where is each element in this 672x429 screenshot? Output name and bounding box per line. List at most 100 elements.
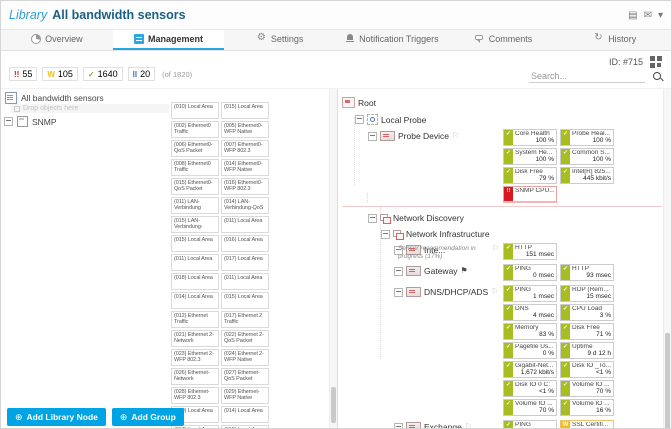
sensor-cell[interactable]: (006) Ethernet0-QoS Packet (171, 140, 219, 157)
sensor-cell[interactable]: (023) Ethernet 2-WFP 802.3 (171, 349, 219, 366)
sensor-cell[interactable]: (011) Local Area (171, 254, 219, 271)
sensor-cell[interactable]: (026) Ethernet-Network (171, 368, 219, 385)
sensor-tile[interactable]: ✓ Probe Heal... 100 % (560, 129, 614, 146)
sensor-cell[interactable]: (014) Ethernet0-WFP Native (221, 159, 269, 176)
caret-down-icon[interactable]: ▾ (658, 10, 663, 21)
sensor-cell[interactable]: (028) Ethernet-WFP 802.3 (171, 387, 219, 404)
sensor-tile[interactable]: ✓PING1 msec (503, 420, 557, 428)
node-label[interactable]: Network Infrastructure (406, 229, 490, 239)
sensor-cell[interactable]: (005) Ethernet0-WFP Native (221, 121, 269, 138)
library-node-snmp[interactable]: SNMP (4, 116, 57, 127)
library-root-row[interactable]: All bandwidth sensors (5, 92, 104, 104)
sensor-cell[interactable]: (015) Ethernet0-QoS Packet (171, 178, 219, 195)
sensor-cell[interactable]: (021) Ethernet 2-Network (171, 330, 219, 347)
sensor-tile[interactable]: ✓ HTTP 151 msec (503, 243, 557, 260)
flag-icon[interactable]: ⚐ (491, 288, 498, 296)
status-badge-ok[interactable]: ✓ 1640 (82, 67, 123, 81)
sensor-tile[interactable]: ✓ Disk IO 0 C: <1 % (503, 380, 557, 397)
flag-icon[interactable]: ⚐ (492, 245, 499, 253)
sensor-cell[interactable]: (015) Local Area (171, 235, 219, 252)
sensor-tile[interactable]: !! SNMP CPU... (503, 186, 557, 203)
sensor-tile[interactable]: ✓ Volume IO ... 70 % (560, 380, 614, 397)
sensor-cell[interactable]: (011) LAN-Verbindung (171, 197, 219, 214)
node-label[interactable]: Gateway (424, 266, 458, 276)
sensor-cell[interactable]: (029) Ethernet-WFP Native (221, 387, 269, 404)
sensor-tile[interactable]: ✓ Core Health 100 % (503, 129, 557, 146)
status-badge-warning[interactable]: W 105 (42, 67, 78, 81)
collapse-icon[interactable] (394, 422, 403, 428)
sensor-tile[interactable]: ✓ Volume IO ... 16 % (560, 399, 614, 416)
status-badge-paused[interactable]: II 20 (127, 67, 156, 81)
sensor-tile[interactable]: ✓ Intel[R] 825... 445 kbit/s (560, 167, 614, 184)
sensor-tile[interactable]: ✓ Memory 83 % (503, 323, 557, 340)
sensor-cell[interactable]: (016) Local Area (221, 235, 269, 252)
collapse-icon[interactable] (394, 287, 403, 297)
sensor-cell[interactable]: (015) Local Area (221, 102, 269, 119)
sensor-cell[interactable]: (016) Ethernet0-WFP 802.3 (221, 178, 269, 195)
collapse-icon[interactable] (381, 229, 390, 239)
qr-code-icon[interactable] (650, 56, 662, 68)
right-scrollbar-thumb[interactable] (665, 333, 670, 428)
node-label[interactable]: DNS/DHCP/ADS (424, 287, 488, 297)
email-icon[interactable]: ✉ (644, 10, 652, 21)
tab-comments[interactable]: Comments (448, 30, 560, 50)
tab-overview[interactable]: Overview (1, 30, 113, 50)
sensor-cell[interactable]: (011) Local Area (221, 273, 269, 290)
sensor-tile[interactable]: ✓ System He... 100 % (503, 148, 557, 165)
tab-settings[interactable]: Settings (224, 30, 336, 50)
sensor-cell[interactable]: (007) Ethernet0-WFP 802.3 (221, 140, 269, 157)
drop-hint[interactable]: Drop objects here (11, 104, 169, 113)
sensor-cell[interactable]: (027) Ethernet-QoS Packet (221, 368, 269, 385)
sensor-tile[interactable]: ✓ CPU Load 3 % (560, 304, 614, 321)
sensor-cell[interactable]: (017) Local Area (221, 254, 269, 271)
tab-history[interactable]: History (559, 30, 671, 50)
sensor-cell[interactable]: (002) Ethernet0 Traffic (171, 121, 219, 138)
flag-icon[interactable]: ⚐ (452, 132, 459, 140)
sensor-cell[interactable]: (008) Ethernet0 Traffic (171, 159, 219, 176)
left-scrollbar-thumb[interactable] (331, 387, 336, 423)
flag-icon[interactable]: ⚑ (461, 267, 468, 275)
sensor-tile[interactable]: ✓ Pagefile Us... 0 % (503, 342, 557, 359)
collapse-icon[interactable] (4, 117, 13, 126)
node-label[interactable]: Network Discovery (393, 213, 464, 223)
sensor-cell[interactable]: (022) Ethernet 2-QoS Packet (221, 330, 269, 347)
sensor-tile[interactable]: ✓ Common S... 100 % (560, 148, 614, 165)
node-label[interactable]: Exchange (424, 422, 462, 428)
sensor-cell[interactable]: (024) Ethernet 2-WFP Native (221, 349, 269, 366)
sensor-cell[interactable]: (014) Local Area (171, 292, 219, 309)
add-group-button[interactable]: ⊕ Add Group (111, 408, 184, 426)
sensor-cell[interactable]: (015) Local Area (221, 292, 269, 309)
sensor-tile[interactable]: WSSL Certifi...1,501 (560, 420, 614, 428)
root-label[interactable]: Root (358, 98, 376, 108)
tab-notification-triggers[interactable]: Notification Triggers (336, 30, 448, 50)
status-badge-error[interactable]: !! 55 (9, 67, 38, 81)
flag-icon[interactable]: ⚐ (465, 423, 472, 429)
sensor-tile[interactable]: ✓ PING 0 msec (503, 264, 557, 281)
sensor-cell[interactable]: (012) Ethernet Traffic (171, 311, 219, 328)
collapse-icon[interactable] (368, 131, 377, 141)
node-label[interactable]: Probe Device (398, 131, 449, 141)
search-icon[interactable] (653, 72, 661, 80)
sensor-cell[interactable]: (018) Local Area (171, 273, 219, 290)
sensor-cell[interactable]: (015) LAN-Verbindung- (171, 216, 219, 233)
sensor-cell[interactable]: (017) Ethernet 2 Traffic (221, 311, 269, 328)
sensor-tile[interactable]: ✓ Disk IO _To... <1 % (560, 361, 614, 378)
sensor-tile[interactable]: ✓ RDP (Rem... 15 msec (560, 285, 614, 302)
sensor-cell[interactable]: (018) Local Area (221, 425, 269, 428)
tab-management[interactable]: Management (112, 30, 225, 50)
collapse-icon[interactable] (394, 266, 403, 276)
sensor-tile[interactable]: ✓ Uptime 9 d 12 h (560, 342, 614, 359)
sensor-cell[interactable]: (010) Local Area (171, 102, 219, 119)
search-input[interactable] (529, 70, 645, 83)
collapse-icon[interactable] (355, 115, 364, 124)
sensor-tile[interactable]: ✓ DNS 4 msec (503, 304, 557, 321)
collapse-icon[interactable] (368, 213, 377, 223)
sensor-cell[interactable]: (014) LAN-Verbindung-QoS (221, 197, 269, 214)
sensor-tile[interactable]: ✓ HTTP 93 msec (560, 264, 614, 281)
sensor-tile[interactable]: ✓ Disk Free 71 % (560, 323, 614, 340)
add-library-node-button[interactable]: ⊕ Add Library Node (7, 408, 106, 426)
sensor-tile[interactable]: ✓ Gigabit-Net... 1,672 kbit/s (503, 361, 557, 378)
sensor-tile[interactable]: ✓ Volume IO ... 70 % (503, 399, 557, 416)
sensor-tile[interactable]: ✓ Disk Free 79 % (503, 167, 557, 184)
sensor-tile[interactable]: ✓PING1 msec (503, 285, 557, 302)
